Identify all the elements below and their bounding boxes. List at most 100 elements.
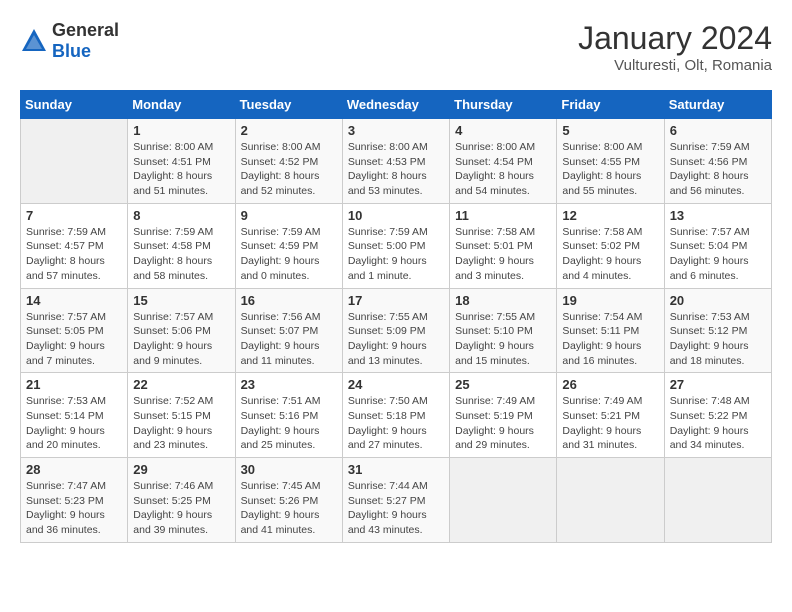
day-info: Sunrise: 7:59 AMSunset: 4:56 PMDaylight:… xyxy=(670,140,766,199)
calendar-cell: 6Sunrise: 7:59 AMSunset: 4:56 PMDaylight… xyxy=(664,119,771,204)
day-info: Sunrise: 7:55 AMSunset: 5:10 PMDaylight:… xyxy=(455,310,551,369)
day-number: 28 xyxy=(26,462,122,477)
calendar-cell: 2 Sunrise: 8:00 AMSunset: 4:52 PMDaylight… xyxy=(235,119,342,204)
calendar-cell: 18Sunrise: 7:55 AMSunset: 5:10 PMDayligh… xyxy=(450,288,557,373)
day-info: Sunrise: 7:57 AMSunset: 5:04 PMDaylight:… xyxy=(670,225,766,284)
day-number: 23 xyxy=(241,377,337,392)
day-info: Sunrise: 8:00 AMSunset: 4:52 PMDaylight:… xyxy=(241,140,337,199)
calendar-header-thursday: Thursday xyxy=(450,91,557,119)
day-number: 15 xyxy=(133,293,229,308)
day-info: Sunrise: 7:51 AMSunset: 5:16 PMDaylight:… xyxy=(241,394,337,453)
calendar-cell: 16 Sunrise: 7:56 AMSunset: 5:07 PMDayligh… xyxy=(235,288,342,373)
day-info: Sunrise: 8:00 AMSunset: 4:55 PMDaylight:… xyxy=(562,140,658,199)
day-number: 24 xyxy=(348,377,444,392)
calendar-cell: 29 Sunrise: 7:46 AMSunset: 5:25 PMDayligh… xyxy=(128,458,235,543)
calendar-cell: 23 Sunrise: 7:51 AMSunset: 5:16 PMDayligh… xyxy=(235,373,342,458)
calendar-cell: 25 Sunrise: 7:49 AMSunset: 5:19 PMDayligh… xyxy=(450,373,557,458)
calendar-cell: 4Sunrise: 8:00 AMSunset: 4:54 PMDaylight… xyxy=(450,119,557,204)
logo-text: General Blue xyxy=(52,20,119,62)
calendar-cell: 28 Sunrise: 7:47 AMSunset: 5:23 PMDayligh… xyxy=(21,458,128,543)
calendar-week-2: 7 Sunrise: 7:59 AMSunset: 4:57 PMDaylight… xyxy=(21,203,772,288)
calendar-cell xyxy=(664,458,771,543)
day-info: Sunrise: 7:57 AMSunset: 5:06 PMDaylight:… xyxy=(133,310,229,369)
day-number: 20 xyxy=(670,293,766,308)
calendar-cell: 12 Sunrise: 7:58 AMSunset: 5:02 PMDayligh… xyxy=(557,203,664,288)
calendar-cell: 1 Sunrise: 8:00 AMSunset: 4:51 PMDaylight… xyxy=(128,119,235,204)
day-info: Sunrise: 7:47 AMSunset: 5:23 PMDaylight:… xyxy=(26,479,122,538)
calendar-header-row: SundayMondayTuesdayWednesdayThursdayFrid… xyxy=(21,91,772,119)
title-block: January 2024 Vulturesti, Olt, Romania xyxy=(578,20,772,74)
logo: General Blue xyxy=(20,20,119,62)
day-number: 26 xyxy=(562,377,658,392)
calendar-week-4: 21Sunrise: 7:53 AMSunset: 5:14 PMDayligh… xyxy=(21,373,772,458)
day-info: Sunrise: 7:55 AMSunset: 5:09 PMDaylight:… xyxy=(348,310,444,369)
calendar-cell: 11Sunrise: 7:58 AMSunset: 5:01 PMDayligh… xyxy=(450,203,557,288)
logo-icon xyxy=(20,27,48,55)
calendar-week-1: 1 Sunrise: 8:00 AMSunset: 4:51 PMDaylight… xyxy=(21,119,772,204)
calendar-cell: 14Sunrise: 7:57 AMSunset: 5:05 PMDayligh… xyxy=(21,288,128,373)
calendar-table: SundayMondayTuesdayWednesdayThursdayFrid… xyxy=(20,90,772,543)
calendar-cell: 17 Sunrise: 7:55 AMSunset: 5:09 PMDayligh… xyxy=(342,288,449,373)
day-number: 10 xyxy=(348,208,444,223)
day-info: Sunrise: 7:46 AMSunset: 5:25 PMDaylight:… xyxy=(133,479,229,538)
day-info: Sunrise: 7:44 AMSunset: 5:27 PMDaylight:… xyxy=(348,479,444,538)
calendar-header-tuesday: Tuesday xyxy=(235,91,342,119)
day-number: 8 xyxy=(133,208,229,223)
calendar-cell: 26Sunrise: 7:49 AMSunset: 5:21 PMDayligh… xyxy=(557,373,664,458)
calendar-header-sunday: Sunday xyxy=(21,91,128,119)
calendar-header-monday: Monday xyxy=(128,91,235,119)
day-number: 17 xyxy=(348,293,444,308)
calendar-cell: 27 Sunrise: 7:48 AMSunset: 5:22 PMDayligh… xyxy=(664,373,771,458)
day-info: Sunrise: 7:48 AMSunset: 5:22 PMDaylight:… xyxy=(670,394,766,453)
month-title: January 2024 xyxy=(578,20,772,57)
day-info: Sunrise: 8:00 AMSunset: 4:54 PMDaylight:… xyxy=(455,140,551,199)
day-number: 7 xyxy=(26,208,122,223)
day-number: 16 xyxy=(241,293,337,308)
logo-blue: Blue xyxy=(52,41,91,61)
calendar-header-friday: Friday xyxy=(557,91,664,119)
calendar-cell: 22Sunrise: 7:52 AMSunset: 5:15 PMDayligh… xyxy=(128,373,235,458)
day-number: 27 xyxy=(670,377,766,392)
calendar-cell: 31Sunrise: 7:44 AMSunset: 5:27 PMDayligh… xyxy=(342,458,449,543)
day-info: Sunrise: 7:50 AMSunset: 5:18 PMDaylight:… xyxy=(348,394,444,453)
calendar-cell: 7 Sunrise: 7:59 AMSunset: 4:57 PMDaylight… xyxy=(21,203,128,288)
day-info: Sunrise: 7:57 AMSunset: 5:05 PMDaylight:… xyxy=(26,310,122,369)
calendar-cell: 21Sunrise: 7:53 AMSunset: 5:14 PMDayligh… xyxy=(21,373,128,458)
day-info: Sunrise: 7:59 AMSunset: 4:59 PMDaylight:… xyxy=(241,225,337,284)
day-info: Sunrise: 8:00 AMSunset: 4:53 PMDaylight:… xyxy=(348,140,444,199)
day-info: Sunrise: 7:56 AMSunset: 5:07 PMDaylight:… xyxy=(241,310,337,369)
calendar-cell: 13 Sunrise: 7:57 AMSunset: 5:04 PMDayligh… xyxy=(664,203,771,288)
calendar-cell: 19 Sunrise: 7:54 AMSunset: 5:11 PMDayligh… xyxy=(557,288,664,373)
day-number: 30 xyxy=(241,462,337,477)
calendar-cell: 15 Sunrise: 7:57 AMSunset: 5:06 PMDayligh… xyxy=(128,288,235,373)
calendar-header-wednesday: Wednesday xyxy=(342,91,449,119)
day-number: 2 xyxy=(241,123,337,138)
calendar-week-5: 28 Sunrise: 7:47 AMSunset: 5:23 PMDayligh… xyxy=(21,458,772,543)
day-info: Sunrise: 8:00 AMSunset: 4:51 PMDaylight:… xyxy=(133,140,229,199)
calendar-cell: 8Sunrise: 7:59 AMSunset: 4:58 PMDaylight… xyxy=(128,203,235,288)
calendar-cell xyxy=(21,119,128,204)
calendar-cell: 30 Sunrise: 7:45 AMSunset: 5:26 PMDayligh… xyxy=(235,458,342,543)
day-number: 25 xyxy=(455,377,551,392)
day-info: Sunrise: 7:59 AMSunset: 4:57 PMDaylight:… xyxy=(26,225,122,284)
day-info: Sunrise: 7:58 AMSunset: 5:02 PMDaylight:… xyxy=(562,225,658,284)
day-number: 29 xyxy=(133,462,229,477)
calendar-cell: 20Sunrise: 7:53 AMSunset: 5:12 PMDayligh… xyxy=(664,288,771,373)
day-number: 9 xyxy=(241,208,337,223)
day-info: Sunrise: 7:54 AMSunset: 5:11 PMDaylight:… xyxy=(562,310,658,369)
day-info: Sunrise: 7:52 AMSunset: 5:15 PMDaylight:… xyxy=(133,394,229,453)
day-number: 12 xyxy=(562,208,658,223)
day-number: 19 xyxy=(562,293,658,308)
page-header: General Blue January 2024 Vulturesti, Ol… xyxy=(20,20,772,74)
day-number: 21 xyxy=(26,377,122,392)
calendar-cell xyxy=(450,458,557,543)
location: Vulturesti, Olt, Romania xyxy=(578,57,772,74)
day-info: Sunrise: 7:45 AMSunset: 5:26 PMDaylight:… xyxy=(241,479,337,538)
day-number: 3 xyxy=(348,123,444,138)
calendar-cell: 9 Sunrise: 7:59 AMSunset: 4:59 PMDaylight… xyxy=(235,203,342,288)
day-number: 13 xyxy=(670,208,766,223)
day-info: Sunrise: 7:49 AMSunset: 5:19 PMDaylight:… xyxy=(455,394,551,453)
calendar-cell: 24 Sunrise: 7:50 AMSunset: 5:18 PMDayligh… xyxy=(342,373,449,458)
day-number: 1 xyxy=(133,123,229,138)
calendar-cell: 10Sunrise: 7:59 AMSunset: 5:00 PMDayligh… xyxy=(342,203,449,288)
